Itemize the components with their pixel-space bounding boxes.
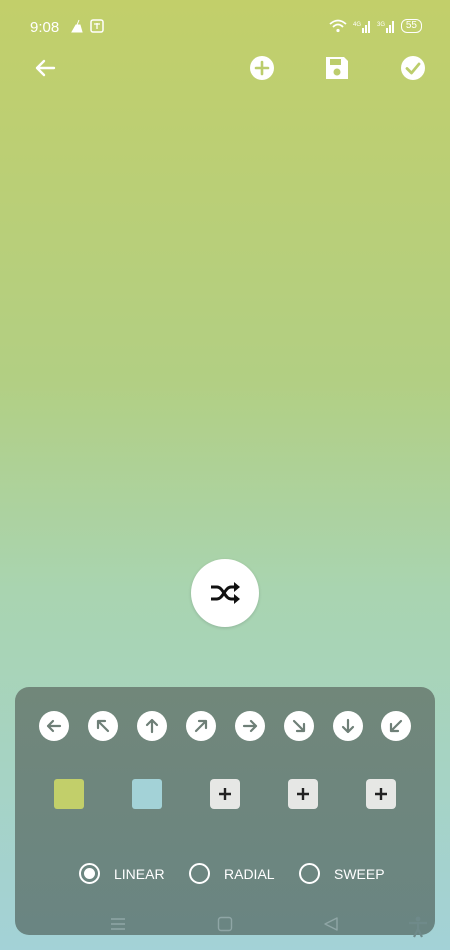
gradient-type-radio-group: LINEAR RADIAL SWEEP — [15, 863, 435, 889]
radio-sweep[interactable]: SWEEP — [299, 863, 385, 884]
svg-text:3G: 3G — [377, 22, 385, 28]
accessibility-button[interactable] — [408, 916, 428, 943]
radio-radial[interactable]: RADIAL — [189, 863, 275, 884]
add-color-button[interactable] — [210, 779, 240, 809]
arrow-up-icon — [145, 718, 159, 734]
triangle-back-icon — [324, 917, 338, 931]
signal-icon-2: 3G — [377, 21, 394, 33]
arrow-left-icon — [46, 719, 62, 733]
toolbar — [0, 48, 450, 88]
direction-right-button[interactable] — [235, 711, 265, 741]
cleaner-icon — [71, 19, 83, 33]
svg-text:4G: 4G — [353, 22, 361, 28]
add-color-button[interactable] — [288, 779, 318, 809]
arrow-down-icon — [341, 718, 355, 734]
arrow-right-icon — [242, 719, 258, 733]
arrow-down-left-icon — [389, 719, 403, 733]
back-button[interactable] — [31, 54, 59, 82]
shuffle-icon — [211, 582, 240, 604]
plus-circle-icon — [250, 56, 274, 80]
menu-icon — [111, 918, 125, 930]
radio-button-selected[interactable] — [79, 863, 100, 884]
radio-sweep-label: SWEEP — [334, 865, 385, 882]
arrow-up-right-icon — [194, 719, 208, 733]
accessibility-icon — [409, 916, 427, 938]
translate-icon — [90, 19, 104, 33]
menu-nav-button[interactable] — [110, 916, 126, 937]
check-circle-icon — [401, 56, 425, 80]
battery-indicator: 55 — [400, 19, 422, 33]
direction-up-right-button[interactable] — [186, 711, 216, 741]
add-color-button[interactable] — [366, 779, 396, 809]
square-icon — [217, 916, 233, 932]
system-navigation-bar — [0, 912, 450, 940]
color-swatch-2[interactable] — [132, 779, 162, 809]
radio-linear[interactable]: LINEAR — [79, 863, 165, 884]
arrow-down-right-icon — [292, 719, 306, 733]
signal-icon: 4G — [353, 21, 370, 33]
radio-radial-label: RADIAL — [224, 865, 275, 882]
shuffle-button[interactable] — [191, 559, 259, 627]
save-button[interactable] — [323, 54, 351, 82]
add-button[interactable] — [248, 54, 276, 82]
direction-up-button[interactable] — [137, 711, 167, 741]
color-swatch-1[interactable] — [54, 779, 84, 809]
back-nav-button[interactable] — [323, 916, 339, 937]
direction-down-button[interactable] — [333, 711, 363, 741]
status-time: 9:08 — [30, 19, 60, 36]
radio-linear-label: LINEAR — [114, 865, 165, 882]
wifi-icon — [329, 19, 347, 33]
direction-row — [39, 711, 411, 743]
direction-down-right-button[interactable] — [284, 711, 314, 741]
floppy-disk-icon — [326, 57, 348, 79]
direction-up-left-button[interactable] — [88, 711, 118, 741]
radio-button[interactable] — [299, 863, 320, 884]
confirm-button[interactable] — [399, 54, 427, 82]
plus-icon — [297, 788, 309, 800]
direction-left-button[interactable] — [39, 711, 69, 741]
arrow-left-icon — [35, 59, 56, 77]
radio-button[interactable] — [189, 863, 210, 884]
color-row — [15, 779, 435, 809]
status-bar: 9:08 4G 3G 55 — [0, 0, 450, 54]
home-nav-button[interactable] — [217, 916, 233, 937]
arrow-up-left-icon — [96, 719, 110, 733]
gradient-settings-panel: LINEAR RADIAL SWEEP — [15, 687, 435, 935]
plus-icon — [375, 788, 387, 800]
direction-down-left-button[interactable] — [381, 711, 411, 741]
plus-icon — [219, 788, 231, 800]
